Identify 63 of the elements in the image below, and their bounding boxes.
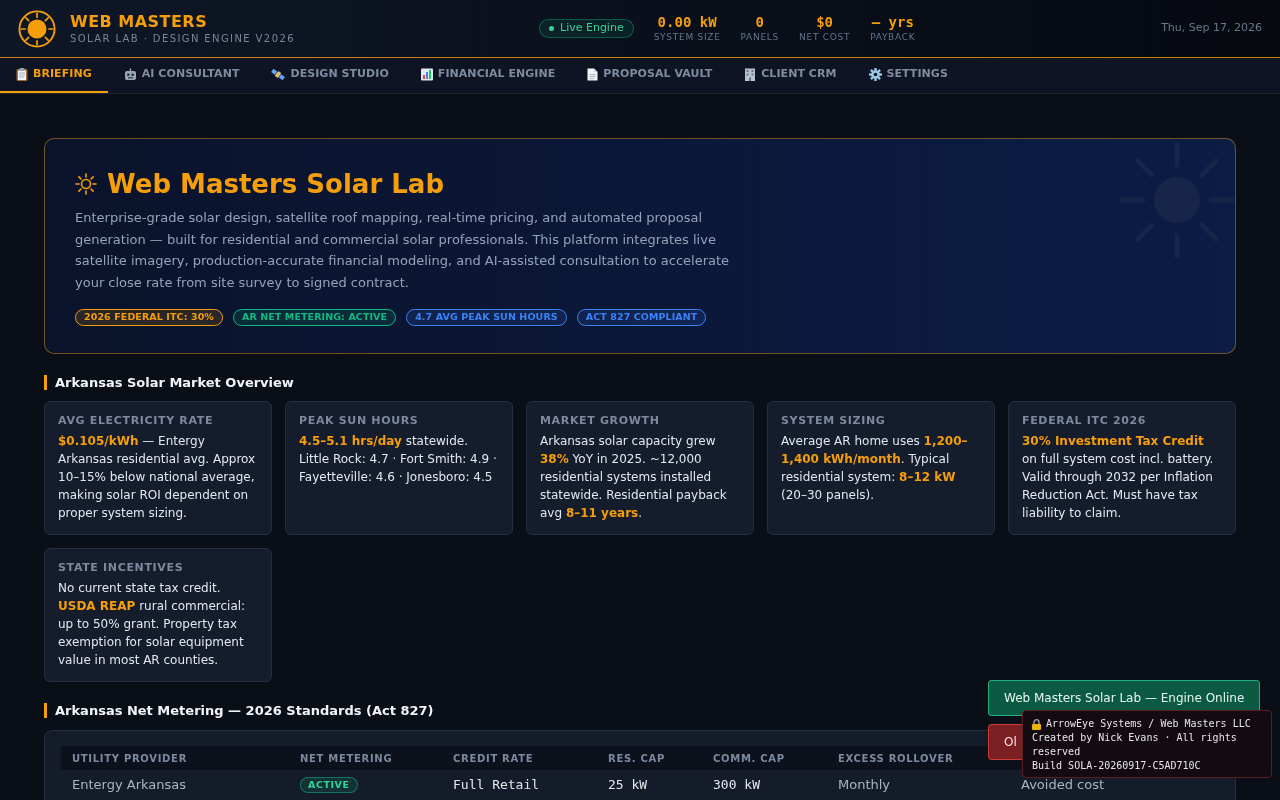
hero-badge: ACT 827 COMPLIANT — [576, 309, 707, 326]
clipboard-icon — [16, 68, 28, 81]
build-text: Build SOLA-20260917-C5AD710C — [1032, 759, 1202, 773]
status-badge: ACTIVE — [300, 777, 358, 793]
satellite-icon — [271, 68, 286, 81]
office-building-icon — [744, 68, 757, 81]
table-cell: Monthly — [838, 776, 891, 792]
table-cell: 25 kW — [608, 776, 648, 792]
hero-description: Enterprise-grade solar design, satellite roof mapping, real-time pricing, and automated proposal generation — built for residential and commercial solar professionals. This platform integrates live satellite imagery, production-accurate financial modeling, and AI-assisted consultation to accelerate your close rate from site survey to signed contract. — [75, 209, 731, 292]
nav-tab[interactable]: PROPOSAL VAULT — [571, 58, 729, 93]
table-cell: Full Retail — [453, 776, 540, 792]
stat-label: NET COST — [799, 31, 851, 43]
bar-chart-icon — [420, 68, 433, 81]
card-text: $0.105/kWh — Entergy Arkansas residential avg. Approx 10–15% below national average, making solar ROI dependent on proper system sizing. — [58, 433, 257, 522]
table-cell: Entergy Arkansas — [72, 776, 186, 792]
app-title: WEB MASTERS — [70, 11, 209, 32]
card-label: PEAK SUN HOURS — [299, 414, 420, 428]
date-text: Thu, Sep 17, 2026 — [1161, 20, 1262, 37]
card-label: MARKET GROWTH — [540, 414, 661, 428]
hero-badge: AR NET METERING: ACTIVE — [232, 309, 397, 326]
table-cell: Avoided cost — [1021, 776, 1104, 792]
stat-label: SYSTEM SIZE — [653, 31, 721, 43]
table-cell: 300 kW — [713, 776, 760, 792]
card-label: STATE INCENTIVES — [58, 561, 185, 575]
credit-text: Created by Nick Evans · All rights reserved — [1032, 731, 1238, 759]
card-text: No current state tax credit. USDA REAP rural commercial: up to 50% grant. Property tax exemption for solar equipment value in most AR counties. — [58, 580, 247, 669]
stat-label: PAYBACK — [870, 31, 916, 43]
column-header: NET METERING — [289, 746, 442, 770]
nav-tab[interactable]: BRIEFING — [0, 58, 108, 93]
nav-tab[interactable]: DESIGN STUDIO — [255, 58, 405, 93]
document-icon — [587, 68, 599, 81]
sun-icon — [1119, 141, 1235, 259]
card-label: FEDERAL ITC 2026 — [1022, 414, 1148, 428]
hero-badge: 4.7 AVG PEAK SUN HOURS — [406, 309, 567, 326]
column-header: CREDIT RATE — [442, 746, 597, 770]
sun-logo-icon — [18, 9, 56, 48]
card-text: 4.5–5.1 hrs/day statewide. Little Rock: 4.7 · Fort Smith: 4.9 · Fayetteville: 4.6 · Jonesboro: 4.5 — [299, 433, 498, 486]
card-text: Arkansas solar capacity grew 38% YoY in 2025. ~12,000 residential systems installed statewide. Residential payback avg 8–11 years. — [540, 433, 728, 522]
column-header: UTILITY PROVIDER — [61, 746, 289, 770]
stat-value: — yrs — [871, 14, 914, 31]
card-label: SYSTEM SIZING — [781, 414, 887, 428]
gear-icon — [868, 68, 882, 81]
card-text: 30% Investment Tax Credit on full system cost incl. battery. Valid through 2032 per Inflation Reduction Act. Must have tax liability to claim. — [1022, 433, 1215, 522]
nav-tab[interactable]: AI CONSULTANT — [107, 58, 256, 93]
card-text: Average AR home uses 1,200–1,400 kWh/month. Typical residential system: 8–12 kW (20–30 panels). — [781, 433, 969, 504]
robot-icon — [123, 68, 137, 81]
nav-tab[interactable]: CLIENT CRM — [728, 58, 853, 93]
card-label: AVG ELECTRICITY RATE — [58, 414, 215, 428]
column-header: RES. CAP — [597, 746, 702, 770]
lock-icon — [1032, 718, 1041, 730]
stat-label: PANELS — [740, 31, 780, 43]
hero-title: Web Masters Solar Lab — [107, 168, 444, 201]
app-subtitle: SOLAR LAB · DESIGN ENGINE V2026 — [70, 31, 295, 46]
nav-tab[interactable]: FINANCIAL ENGINE — [404, 58, 572, 93]
stat-value: 0.00 kW — [657, 14, 717, 31]
stat-value: 0 — [755, 14, 764, 31]
column-header: COMM. CAP — [702, 746, 827, 770]
nav-tab[interactable]: SETTINGS — [852, 58, 964, 93]
hero-badge: 2026 FEDERAL ITC: 30% — [75, 309, 223, 326]
engine-status-pill: Live Engine — [539, 19, 634, 38]
sun-icon — [75, 173, 97, 195]
stat-value: $0 — [816, 14, 833, 31]
section-heading: Arkansas Solar Market Overview — [44, 375, 1236, 390]
